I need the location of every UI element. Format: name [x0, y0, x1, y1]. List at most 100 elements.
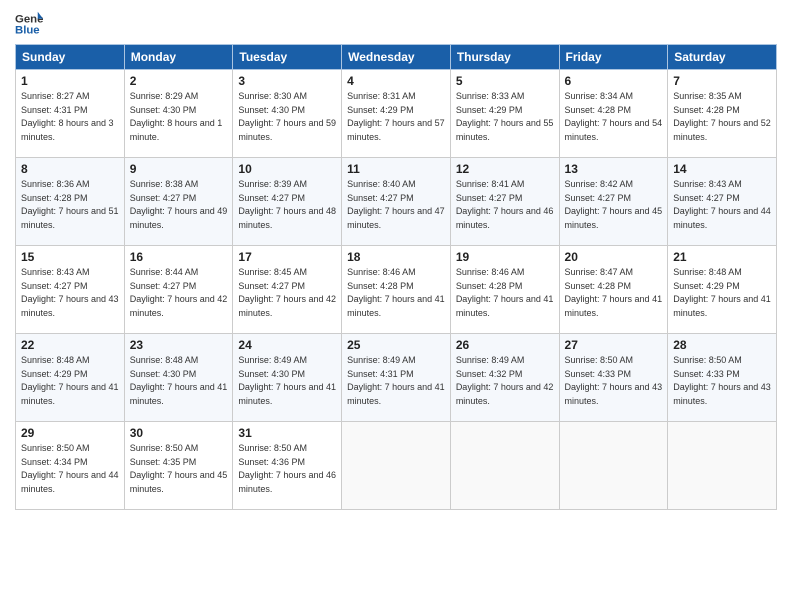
calendar-cell: 7 Sunrise: 8:35 AM Sunset: 4:28 PM Dayli…	[668, 70, 777, 158]
day-info: Sunrise: 8:48 AM Sunset: 4:29 PM Dayligh…	[673, 266, 771, 320]
day-info: Sunrise: 8:30 AM Sunset: 4:30 PM Dayligh…	[238, 90, 336, 144]
calendar-header-row: SundayMondayTuesdayWednesdayThursdayFrid…	[16, 45, 777, 70]
calendar-cell: 31 Sunrise: 8:50 AM Sunset: 4:36 PM Dayl…	[233, 422, 342, 510]
day-info: Sunrise: 8:39 AM Sunset: 4:27 PM Dayligh…	[238, 178, 336, 232]
calendar-cell: 5 Sunrise: 8:33 AM Sunset: 4:29 PM Dayli…	[450, 70, 559, 158]
calendar-header-wednesday: Wednesday	[342, 45, 451, 70]
calendar-header-sunday: Sunday	[16, 45, 125, 70]
calendar-header-saturday: Saturday	[668, 45, 777, 70]
day-number: 24	[238, 338, 336, 352]
day-info: Sunrise: 8:42 AM Sunset: 4:27 PM Dayligh…	[565, 178, 663, 232]
day-number: 13	[565, 162, 663, 176]
day-number: 18	[347, 250, 445, 264]
day-info: Sunrise: 8:47 AM Sunset: 4:28 PM Dayligh…	[565, 266, 663, 320]
day-number: 7	[673, 74, 771, 88]
day-number: 31	[238, 426, 336, 440]
day-number: 23	[130, 338, 228, 352]
day-number: 28	[673, 338, 771, 352]
calendar-header-monday: Monday	[124, 45, 233, 70]
day-number: 10	[238, 162, 336, 176]
day-info: Sunrise: 8:50 AM Sunset: 4:35 PM Dayligh…	[130, 442, 228, 496]
header: General Blue	[15, 10, 777, 38]
day-info: Sunrise: 8:31 AM Sunset: 4:29 PM Dayligh…	[347, 90, 445, 144]
day-number: 8	[21, 162, 119, 176]
day-number: 11	[347, 162, 445, 176]
calendar-cell: 6 Sunrise: 8:34 AM Sunset: 4:28 PM Dayli…	[559, 70, 668, 158]
page: General Blue SundayMondayTuesdayWednesda…	[0, 0, 792, 612]
day-info: Sunrise: 8:29 AM Sunset: 4:30 PM Dayligh…	[130, 90, 228, 144]
day-number: 30	[130, 426, 228, 440]
day-info: Sunrise: 8:50 AM Sunset: 4:33 PM Dayligh…	[673, 354, 771, 408]
day-info: Sunrise: 8:49 AM Sunset: 4:32 PM Dayligh…	[456, 354, 554, 408]
day-info: Sunrise: 8:50 AM Sunset: 4:34 PM Dayligh…	[21, 442, 119, 496]
calendar-cell: 14 Sunrise: 8:43 AM Sunset: 4:27 PM Dayl…	[668, 158, 777, 246]
calendar-cell: 17 Sunrise: 8:45 AM Sunset: 4:27 PM Dayl…	[233, 246, 342, 334]
calendar-header-tuesday: Tuesday	[233, 45, 342, 70]
day-info: Sunrise: 8:43 AM Sunset: 4:27 PM Dayligh…	[673, 178, 771, 232]
calendar-cell	[668, 422, 777, 510]
day-info: Sunrise: 8:46 AM Sunset: 4:28 PM Dayligh…	[456, 266, 554, 320]
day-number: 16	[130, 250, 228, 264]
day-number: 19	[456, 250, 554, 264]
day-number: 22	[21, 338, 119, 352]
calendar-cell: 30 Sunrise: 8:50 AM Sunset: 4:35 PM Dayl…	[124, 422, 233, 510]
svg-text:Blue: Blue	[15, 25, 40, 37]
day-number: 20	[565, 250, 663, 264]
calendar-cell: 24 Sunrise: 8:49 AM Sunset: 4:30 PM Dayl…	[233, 334, 342, 422]
calendar-table: SundayMondayTuesdayWednesdayThursdayFrid…	[15, 44, 777, 510]
day-number: 14	[673, 162, 771, 176]
logo: General Blue	[15, 10, 43, 38]
calendar-cell: 25 Sunrise: 8:49 AM Sunset: 4:31 PM Dayl…	[342, 334, 451, 422]
day-info: Sunrise: 8:44 AM Sunset: 4:27 PM Dayligh…	[130, 266, 228, 320]
calendar-cell: 26 Sunrise: 8:49 AM Sunset: 4:32 PM Dayl…	[450, 334, 559, 422]
calendar-cell: 10 Sunrise: 8:39 AM Sunset: 4:27 PM Dayl…	[233, 158, 342, 246]
day-number: 4	[347, 74, 445, 88]
day-info: Sunrise: 8:48 AM Sunset: 4:29 PM Dayligh…	[21, 354, 119, 408]
calendar-cell: 11 Sunrise: 8:40 AM Sunset: 4:27 PM Dayl…	[342, 158, 451, 246]
calendar-cell: 4 Sunrise: 8:31 AM Sunset: 4:29 PM Dayli…	[342, 70, 451, 158]
calendar-cell: 8 Sunrise: 8:36 AM Sunset: 4:28 PM Dayli…	[16, 158, 125, 246]
day-info: Sunrise: 8:50 AM Sunset: 4:33 PM Dayligh…	[565, 354, 663, 408]
day-number: 5	[456, 74, 554, 88]
calendar-cell: 1 Sunrise: 8:27 AM Sunset: 4:31 PM Dayli…	[16, 70, 125, 158]
calendar-cell: 9 Sunrise: 8:38 AM Sunset: 4:27 PM Dayli…	[124, 158, 233, 246]
day-number: 25	[347, 338, 445, 352]
day-number: 3	[238, 74, 336, 88]
calendar-header-friday: Friday	[559, 45, 668, 70]
day-info: Sunrise: 8:49 AM Sunset: 4:30 PM Dayligh…	[238, 354, 336, 408]
day-number: 1	[21, 74, 119, 88]
day-info: Sunrise: 8:43 AM Sunset: 4:27 PM Dayligh…	[21, 266, 119, 320]
calendar-week-3: 15 Sunrise: 8:43 AM Sunset: 4:27 PM Dayl…	[16, 246, 777, 334]
calendar-cell: 28 Sunrise: 8:50 AM Sunset: 4:33 PM Dayl…	[668, 334, 777, 422]
calendar-cell: 3 Sunrise: 8:30 AM Sunset: 4:30 PM Dayli…	[233, 70, 342, 158]
day-info: Sunrise: 8:49 AM Sunset: 4:31 PM Dayligh…	[347, 354, 445, 408]
day-info: Sunrise: 8:38 AM Sunset: 4:27 PM Dayligh…	[130, 178, 228, 232]
day-number: 26	[456, 338, 554, 352]
day-number: 15	[21, 250, 119, 264]
day-info: Sunrise: 8:33 AM Sunset: 4:29 PM Dayligh…	[456, 90, 554, 144]
logo-icon: General Blue	[15, 10, 43, 38]
day-info: Sunrise: 8:27 AM Sunset: 4:31 PM Dayligh…	[21, 90, 119, 144]
day-info: Sunrise: 8:45 AM Sunset: 4:27 PM Dayligh…	[238, 266, 336, 320]
calendar-cell: 21 Sunrise: 8:48 AM Sunset: 4:29 PM Dayl…	[668, 246, 777, 334]
calendar-cell: 29 Sunrise: 8:50 AM Sunset: 4:34 PM Dayl…	[16, 422, 125, 510]
calendar-week-1: 1 Sunrise: 8:27 AM Sunset: 4:31 PM Dayli…	[16, 70, 777, 158]
day-number: 6	[565, 74, 663, 88]
day-number: 9	[130, 162, 228, 176]
day-info: Sunrise: 8:41 AM Sunset: 4:27 PM Dayligh…	[456, 178, 554, 232]
calendar-cell	[450, 422, 559, 510]
calendar-week-4: 22 Sunrise: 8:48 AM Sunset: 4:29 PM Dayl…	[16, 334, 777, 422]
day-number: 27	[565, 338, 663, 352]
day-info: Sunrise: 8:34 AM Sunset: 4:28 PM Dayligh…	[565, 90, 663, 144]
day-info: Sunrise: 8:35 AM Sunset: 4:28 PM Dayligh…	[673, 90, 771, 144]
calendar-week-2: 8 Sunrise: 8:36 AM Sunset: 4:28 PM Dayli…	[16, 158, 777, 246]
calendar-header-thursday: Thursday	[450, 45, 559, 70]
calendar-cell: 19 Sunrise: 8:46 AM Sunset: 4:28 PM Dayl…	[450, 246, 559, 334]
calendar-cell: 16 Sunrise: 8:44 AM Sunset: 4:27 PM Dayl…	[124, 246, 233, 334]
day-info: Sunrise: 8:36 AM Sunset: 4:28 PM Dayligh…	[21, 178, 119, 232]
calendar-cell: 22 Sunrise: 8:48 AM Sunset: 4:29 PM Dayl…	[16, 334, 125, 422]
day-number: 29	[21, 426, 119, 440]
day-number: 17	[238, 250, 336, 264]
day-number: 12	[456, 162, 554, 176]
calendar-cell	[342, 422, 451, 510]
